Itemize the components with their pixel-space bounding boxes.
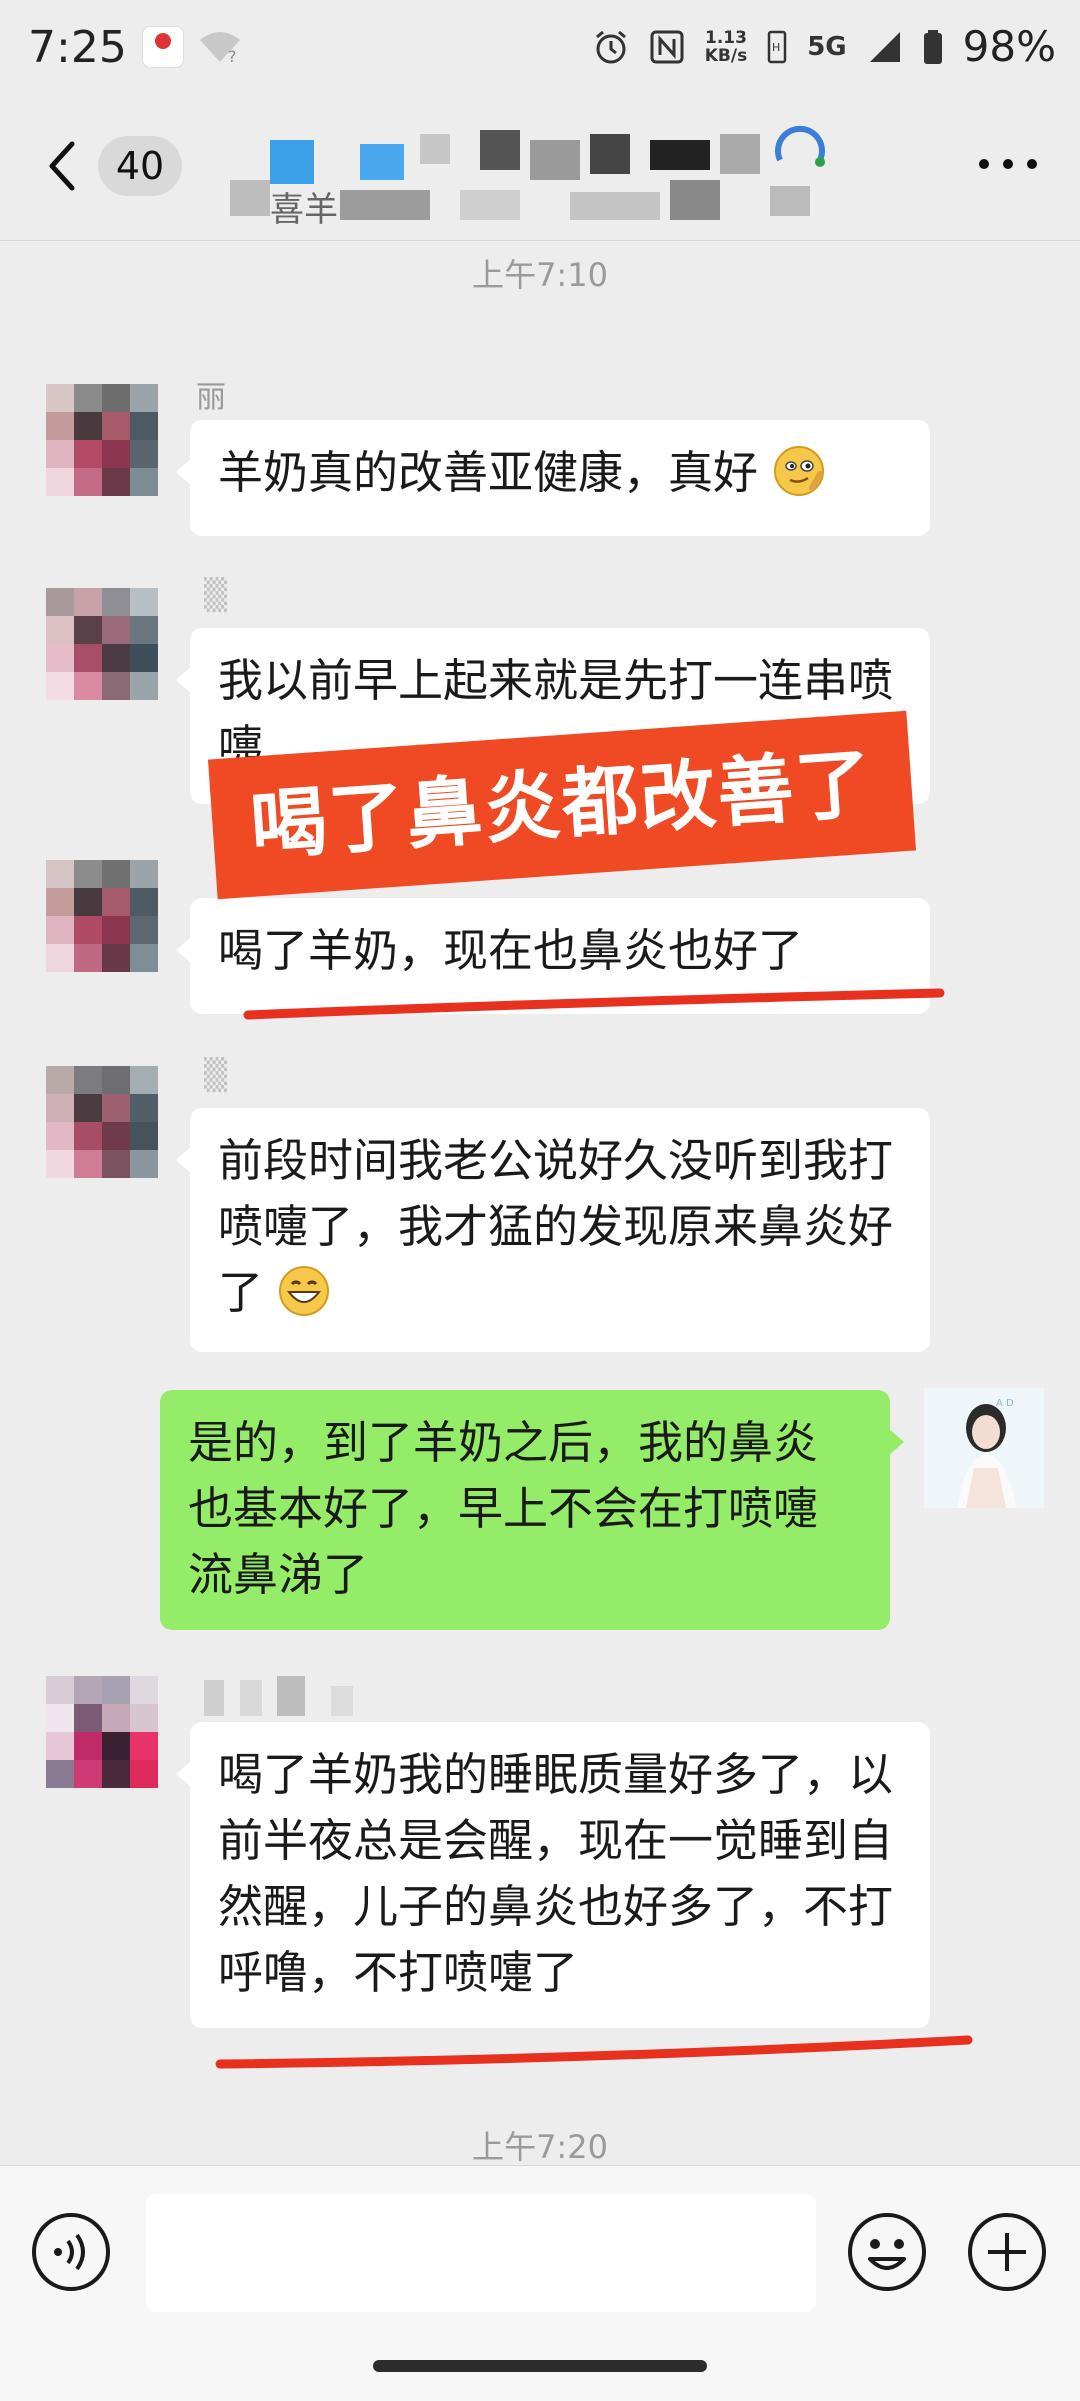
message-text: 喝了羊奶，现在也鼻炎也好了: [218, 924, 804, 977]
avatar[interactable]: [46, 384, 158, 496]
loading-spinner-icon: [775, 125, 825, 167]
battery-level: 98%: [962, 22, 1056, 71]
grinning-emoji-icon: [279, 1266, 330, 1316]
message-text: 羊奶真的改善亚健康，真好: [218, 446, 759, 499]
nfc-icon: [650, 30, 684, 63]
alarm-icon: [595, 30, 626, 63]
annotation-underline: [243, 988, 945, 1020]
profile-photo: A D: [924, 1388, 1044, 1508]
back-icon[interactable]: [40, 136, 84, 196]
message-bubble[interactable]: 前段时间我老公说好久没听到我打喷嚏了，我才猛的发现原来鼻炎好了: [176, 1108, 930, 1352]
status-icons: 1.13 KB/s H 5G 98%: [593, 22, 1056, 71]
timestamp: 上午7:20: [472, 2128, 608, 2166]
hd-icon: H: [767, 30, 787, 63]
message-input[interactable]: [146, 2194, 816, 2312]
sender-name: 丽: [196, 380, 226, 415]
chat-header: 40 喜羊: [0, 100, 1080, 241]
emoji-button-icon[interactable]: [846, 2211, 928, 2293]
chat-title-sub: 喜羊: [270, 190, 338, 230]
voice-icon[interactable]: [30, 2211, 112, 2293]
avatar[interactable]: [46, 1066, 158, 1178]
timestamp: 上午7:10: [472, 256, 608, 294]
battery-icon: [923, 29, 942, 64]
avatar[interactable]: [46, 860, 158, 972]
sender-name-redacted: ▒: [204, 1058, 228, 1093]
svg-text:?: ?: [228, 47, 237, 64]
status-time: 7:25: [28, 22, 127, 73]
message-bubble[interactable]: 喝了羊奶我的睡眠质量好多了，以前半夜总是会醒，现在一觉睡到自然醒，儿子的鼻炎也好…: [176, 1722, 930, 2028]
wifi-icon: ?: [200, 32, 240, 64]
message-bubble[interactable]: 羊奶真的改善亚健康，真好: [176, 420, 930, 536]
app-notification-icon: [142, 26, 184, 68]
more-icon[interactable]: [976, 152, 1040, 176]
status-bar: 7:25 ? 1.13 KB/s H 5G 98%: [0, 0, 1080, 100]
unread-count-badge[interactable]: 40: [98, 136, 182, 196]
annotation-underline: [215, 2035, 973, 2069]
svg-text:H: H: [772, 41, 780, 54]
plus-icon[interactable]: [966, 2211, 1048, 2293]
avatar[interactable]: [46, 588, 158, 700]
avatar[interactable]: [46, 1676, 158, 1788]
home-indicator[interactable]: [373, 2360, 707, 2372]
network-type: 5G: [807, 31, 847, 62]
message-text: 喝了羊奶我的睡眠质量好多了，以前半夜总是会醒，现在一觉睡到自然醒，儿子的鼻炎也好…: [218, 1748, 894, 1999]
sender-name-redacted: ▒: [204, 578, 228, 613]
svg-text:A D: A D: [996, 1398, 1014, 1409]
message-text: 是的，到了羊奶之后，我的鼻炎也基本好了，早上不会在打喷嚏流鼻涕了: [188, 1416, 819, 1601]
signal-icon: [869, 31, 900, 62]
network-speed: 1.13 KB/s: [704, 27, 748, 66]
sender-name-redacted: [204, 1676, 353, 1724]
emoji-icon: [774, 446, 825, 496]
message-bubble-self[interactable]: 是的，到了羊奶之后，我的鼻炎也基本好了，早上不会在打喷嚏流鼻涕了: [160, 1390, 904, 1630]
self-avatar[interactable]: A D: [924, 1388, 1044, 1508]
